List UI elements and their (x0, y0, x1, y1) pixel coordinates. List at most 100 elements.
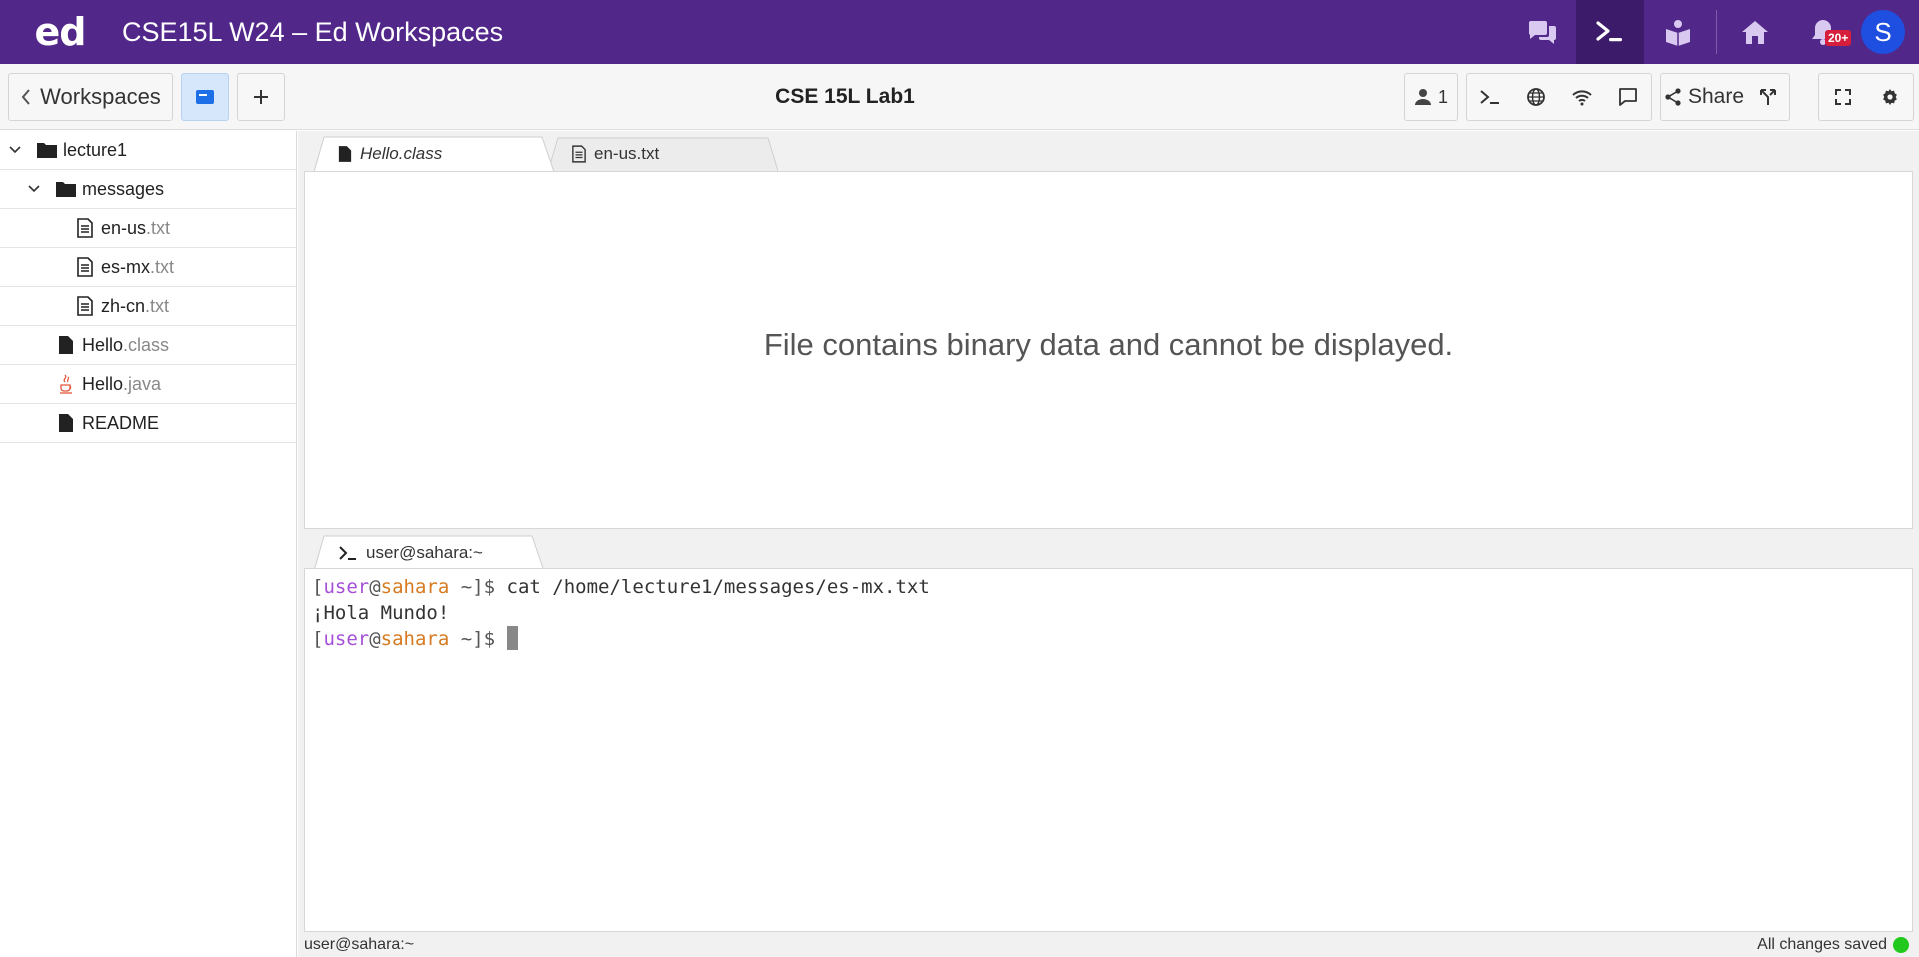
tree-item-hello-class[interactable]: Hello.class (0, 326, 296, 365)
file-explorer-toggle-button[interactable] (181, 73, 229, 121)
terminal-host: sahara (380, 628, 450, 650)
terminal-user: user (323, 576, 370, 598)
terminal-icon[interactable] (1576, 0, 1644, 64)
tree-item-es-mx[interactable]: es-mx.txt (0, 248, 296, 287)
view-group (1818, 73, 1914, 121)
text-file-icon (572, 145, 586, 163)
tree-item-label: zh-cn.txt (101, 296, 169, 317)
ed-logo[interactable]: ed (0, 0, 120, 64)
main-area: en-us.txt Hello.class File contains bina… (298, 131, 1919, 957)
binary-file-message: File contains binary data and cannot be … (763, 327, 1454, 362)
plus-icon (254, 90, 268, 104)
tree-item-lecture1[interactable]: lecture1 (0, 131, 296, 170)
terminal-tab-strip: user@sahara:~ (298, 531, 1919, 571)
file-icon (56, 335, 76, 355)
folder-icon (56, 179, 76, 199)
file-ext: .class (123, 334, 170, 355)
back-label: Workspaces (40, 84, 161, 109)
status-ok-indicator (1893, 937, 1909, 953)
file-ext: .txt (150, 256, 175, 277)
divider (1716, 10, 1717, 54)
home-icon[interactable] (1721, 0, 1789, 64)
globe-icon (1527, 88, 1545, 106)
tab-label: user@sahara:~ (366, 542, 483, 562)
status-terminal-label: user@sahara:~ (304, 936, 415, 953)
lessons-icon[interactable] (1644, 0, 1712, 64)
tree-item-label: Hello.java (82, 374, 161, 395)
bell-icon[interactable]: 20+ (1789, 0, 1857, 64)
terminal-line: [user@sahara ~]$ (312, 626, 1905, 653)
tab-content: user@sahara:~ (314, 543, 483, 563)
tab-hello-class[interactable]: Hello.class (314, 136, 554, 172)
share-button[interactable]: Share (1661, 74, 1747, 120)
file-name: Hello (82, 373, 124, 394)
chat-bubble-icon (1619, 88, 1637, 106)
editor-tab-strip: en-us.txt Hello.class (298, 131, 1919, 172)
text-file-icon (75, 296, 95, 316)
chevron-down-icon[interactable] (8, 143, 22, 157)
terminal[interactable]: [user@sahara ~]$ cat /home/lecture1/mess… (304, 568, 1913, 932)
tab-en-us[interactable]: en-us.txt (548, 137, 778, 171)
user-icon (1414, 89, 1431, 105)
wifi-icon (1572, 90, 1592, 106)
chevron-down-icon[interactable] (27, 182, 41, 196)
terminal-user: user (323, 628, 370, 650)
merge-button[interactable] (1747, 74, 1789, 120)
tab-terminal[interactable]: user@sahara:~ (314, 535, 544, 571)
terminal-output: ¡Hola Mundo! (312, 601, 450, 624)
tree-item-en-us[interactable]: en-us.txt (0, 209, 296, 248)
top-nav: 20+ S (1508, 0, 1919, 64)
tab-label: Hello.class (360, 143, 443, 163)
app-title: CSE15L W24 – Ed Workspaces (122, 16, 504, 47)
share-icon (1665, 88, 1681, 106)
tree-item-hello-java[interactable]: Hello.java (0, 365, 296, 404)
tree-item-messages[interactable]: messages (0, 170, 296, 209)
tree-item-zh-cn[interactable]: zh-cn.txt (0, 287, 296, 326)
file-explorer: lecture1 messages en-us.txt es-mx.txt zh… (0, 131, 297, 957)
gear-icon (1882, 89, 1897, 105)
share-label: Share (1687, 85, 1745, 108)
folder-icon (37, 140, 57, 160)
fullscreen-button[interactable] (1819, 74, 1866, 120)
web-preview-button[interactable] (1513, 74, 1559, 120)
chat-button[interactable] (1605, 74, 1651, 120)
share-group: Share (1660, 73, 1790, 121)
settings-button[interactable] (1866, 74, 1913, 120)
tree-item-label: lecture1 (63, 139, 128, 160)
terminal-command: cat /home/lecture1/messages/es-mx.txt (506, 576, 930, 598)
editor-pane: File contains binary data and cannot be … (304, 171, 1913, 529)
tree-item-readme[interactable]: README (0, 404, 296, 443)
terminal-button[interactable] (1467, 74, 1513, 120)
text-file-icon (75, 218, 95, 238)
file-ext: .java (123, 373, 162, 394)
file-icon (56, 413, 76, 433)
users-button[interactable]: 1 (1404, 73, 1458, 121)
add-button[interactable] (237, 73, 285, 121)
terminal-prompt-icon (1480, 90, 1499, 104)
network-button[interactable] (1559, 74, 1605, 120)
discussion-icon[interactable] (1508, 0, 1576, 64)
file-icon (338, 145, 352, 162)
top-bar: ed CSE15L W24 – Ed Workspaces 20+ S (0, 0, 1919, 64)
file-name: en-us (101, 217, 147, 238)
back-to-workspaces-button[interactable]: Workspaces (8, 73, 173, 121)
terminal-dir: ~ (460, 576, 473, 598)
notification-count-badge: 20+ (1825, 30, 1852, 46)
tree-item-label: en-us.txt (101, 218, 170, 239)
terminal-prompt-icon (339, 545, 356, 560)
workspace-title: CSE 15L Lab1 (775, 85, 915, 108)
tab-content: en-us.txt (548, 144, 659, 164)
save-status: All changes saved (1757, 936, 1909, 954)
tab-content: Hello.class (314, 144, 442, 164)
text-file-icon (75, 257, 95, 277)
chevron-left-icon (21, 89, 30, 105)
file-name: es-mx (101, 256, 150, 277)
window-icon (196, 90, 214, 104)
file-name: zh-cn (101, 295, 146, 316)
avatar[interactable]: S (1861, 10, 1905, 54)
terminal-cursor (506, 626, 518, 650)
workspace-toolbar: Workspaces CSE 15L Lab1 1 Share (0, 64, 1919, 130)
tree-item-label: messages (82, 178, 165, 199)
save-status-text: All changes saved (1757, 936, 1887, 953)
file-name: Hello (82, 334, 124, 355)
